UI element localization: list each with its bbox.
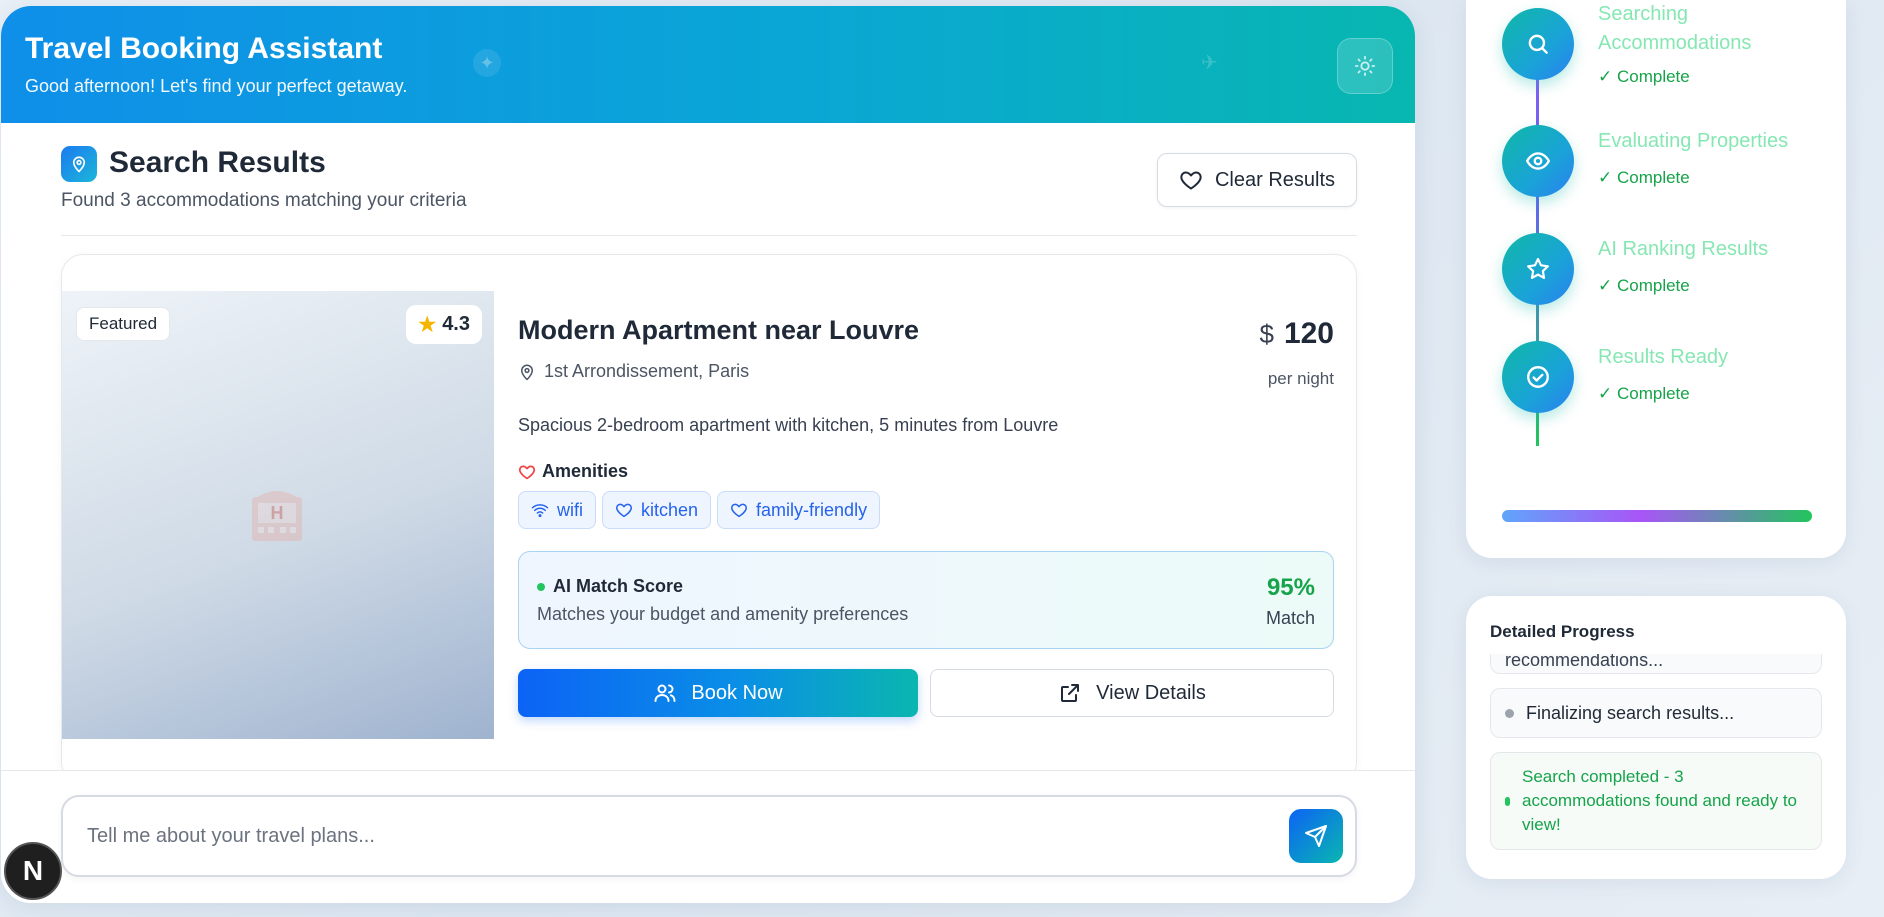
ai-match-score: AI Match Score Matches your budget and a…: [518, 551, 1334, 649]
amenity-list: wifi kitchen family-friendly: [518, 491, 881, 529]
price-value: 120: [1283, 317, 1334, 350]
accommodation-card: Featured ★ 4.3 H Modern Apartment near L…: [61, 254, 1357, 784]
search-icon: [1502, 8, 1574, 80]
star-icon: ★: [418, 314, 437, 336]
chat-input[interactable]: [87, 813, 1267, 859]
step-results-ready: Results Ready ✓ Complete: [1466, 341, 1846, 431]
app-header: Travel Booking Assistant Good afternoon!…: [1, 6, 1415, 123]
amenity-chip-kitchen: kitchen: [602, 491, 712, 529]
theme-toggle-button[interactable]: [1337, 38, 1393, 94]
log-text: Search completed - 3 accommodations foun…: [1522, 767, 1798, 834]
sun-icon: [1354, 55, 1376, 77]
book-now-label: Book Now: [691, 681, 783, 704]
step-label: Results Ready: [1598, 346, 1729, 368]
rating-badge: ★ 4.3: [406, 305, 482, 344]
match-title-text: AI Match Score: [553, 576, 684, 596]
rating-value: 4.3: [442, 313, 470, 335]
amenity-label: kitchen: [641, 499, 699, 520]
property-name: Modern Apartment near Louvre: [518, 315, 920, 345]
price: $ 120: [1259, 317, 1334, 351]
step-searching: Searching Accommodations ✓ Complete: [1466, 3, 1846, 98]
plane-icon: ✈: [1201, 52, 1218, 74]
results-header: Search Results Found 3 accommodations ma…: [61, 138, 1357, 236]
status-dot: [1505, 796, 1510, 806]
match-label: Match: [1265, 608, 1315, 628]
log-item: recommendations...: [1490, 654, 1822, 674]
match-value: 95%: [1266, 574, 1315, 601]
view-details-button[interactable]: View Details: [930, 669, 1334, 717]
log-item: Finalizing search results...: [1490, 688, 1822, 738]
chat-input-container: [61, 795, 1357, 877]
amenity-label: wifi: [557, 499, 583, 520]
chat-input-bar: [1, 770, 1415, 903]
map-pin-icon: [521, 364, 533, 380]
match-title: AI Match Score: [537, 576, 683, 597]
step-status: ✓ Complete: [1598, 276, 1690, 295]
send-button[interactable]: [1289, 809, 1343, 863]
app-subtitle: Good afternoon! Let's find your perfect …: [25, 76, 408, 96]
results-title: Search Results: [109, 146, 326, 179]
property-location: 1st Arrondissement, Paris: [518, 361, 749, 382]
book-now-button[interactable]: Book Now: [518, 669, 918, 717]
hotel-icon: H: [252, 491, 302, 541]
app-title: Travel Booking Assistant: [25, 32, 383, 65]
location-text: 1st Arrondissement, Paris: [544, 361, 750, 381]
step-label: Evaluating Properties: [1598, 130, 1789, 152]
results-count: Found 3 accommodations matching your cri…: [61, 190, 467, 211]
detailed-progress-panel: Detailed Progress recommendations... Fin…: [1466, 596, 1846, 879]
heart-icon: [1180, 171, 1202, 190]
step-label: Searching Accommodations: [1598, 3, 1752, 54]
step-status: ✓ Complete: [1598, 384, 1690, 403]
amenity-label: family-friendly: [756, 499, 868, 520]
wifi-icon: [531, 504, 549, 518]
amenities-title: Amenities: [542, 461, 629, 481]
heart-icon: [731, 503, 747, 518]
check-circle-icon: [1502, 341, 1574, 413]
amenity-chip-family-friendly: family-friendly: [717, 491, 881, 529]
step-status: ✓ Complete: [1598, 67, 1690, 86]
nextjs-dev-badge[interactable]: N: [4, 842, 62, 900]
star-icon: [1502, 233, 1574, 305]
property-info: Modern Apartment near Louvre 1st Arrondi…: [518, 291, 1334, 739]
external-link-icon: [1061, 684, 1080, 702]
property-description: Spacious 2-bedroom apartment with kitche…: [518, 415, 1059, 435]
dollar-icon: $: [1259, 318, 1274, 349]
price-unit: per night: [1267, 369, 1334, 388]
main-panel: Travel Booking Assistant Good afternoon!…: [1, 6, 1415, 903]
property-image[interactable]: Featured ★ 4.3 H: [62, 291, 494, 739]
detailed-progress-title: Detailed Progress: [1490, 622, 1635, 641]
step-evaluating: Evaluating Properties ✓ Complete: [1466, 125, 1846, 215]
status-dot: [1505, 708, 1514, 718]
amenity-chip-wifi: wifi: [518, 491, 596, 529]
send-icon: [1305, 825, 1327, 847]
log-item-success: Search completed - 3 accommodations foun…: [1490, 752, 1822, 850]
step-status: ✓ Complete: [1598, 168, 1690, 187]
heart-icon: [616, 503, 632, 518]
step-ranking: AI Ranking Results ✓ Complete: [1466, 233, 1846, 323]
log-text: Finalizing search results...: [1526, 702, 1735, 723]
step-label: AI Ranking Results: [1598, 238, 1769, 260]
clear-results-button[interactable]: Clear Results: [1157, 153, 1357, 207]
clear-results-label: Clear Results: [1214, 168, 1336, 191]
eye-icon: [1502, 125, 1574, 197]
view-details-label: View Details: [1096, 681, 1206, 704]
amenities-heading: Amenities: [518, 461, 628, 482]
svg-text:H: H: [271, 503, 284, 523]
map-pin-icon: [61, 146, 97, 182]
log-text: recommendations...: [1505, 654, 1664, 670]
compass-icon: ✦: [473, 49, 501, 77]
progress-timeline: Searching Accommodations ✓ Complete Eval…: [1466, 0, 1846, 558]
users-icon: [654, 684, 676, 702]
status-dot: [537, 582, 545, 591]
overall-progress-bar: [1502, 510, 1812, 522]
featured-badge: Featured: [76, 307, 171, 341]
match-subtitle: Matches your budget and amenity preferen…: [537, 604, 909, 624]
log-list[interactable]: recommendations... Finalizing search res…: [1490, 654, 1822, 864]
heart-icon: [518, 465, 536, 479]
